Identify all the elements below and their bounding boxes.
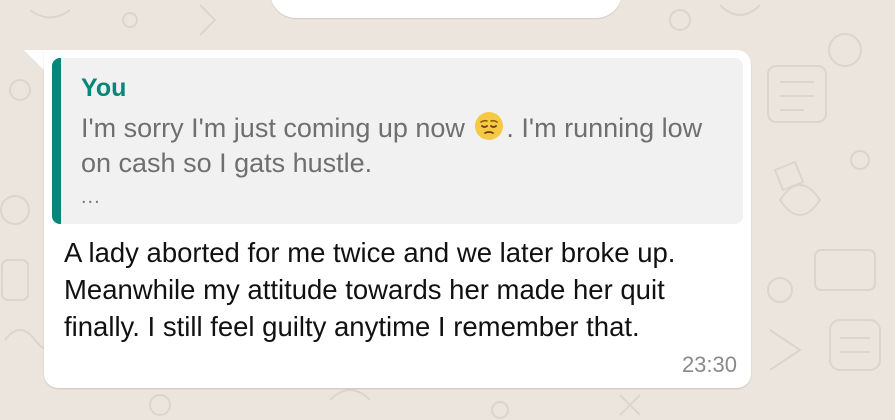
- bubble-tail: [24, 50, 46, 72]
- quote-truncation: ...: [81, 186, 101, 208]
- quoted-reply[interactable]: You I'm sorry I'm just coming up now . I…: [52, 58, 743, 224]
- quote-accent-bar: [52, 58, 61, 224]
- incoming-message-bubble[interactable]: You I'm sorry I'm just coming up now . I…: [44, 50, 751, 388]
- quote-text-part-1: I'm sorry I'm just coming up now: [81, 113, 473, 143]
- previous-message-bubble: [270, 0, 622, 18]
- quote-text: I'm sorry I'm just coming up now . I'm r…: [81, 111, 731, 181]
- pensive-face-emoji-icon: [475, 112, 504, 140]
- quote-author: You: [81, 74, 127, 102]
- message-text: A lady aborted for me twice and we later…: [64, 237, 676, 342]
- message-timestamp: 23:30: [681, 352, 737, 377]
